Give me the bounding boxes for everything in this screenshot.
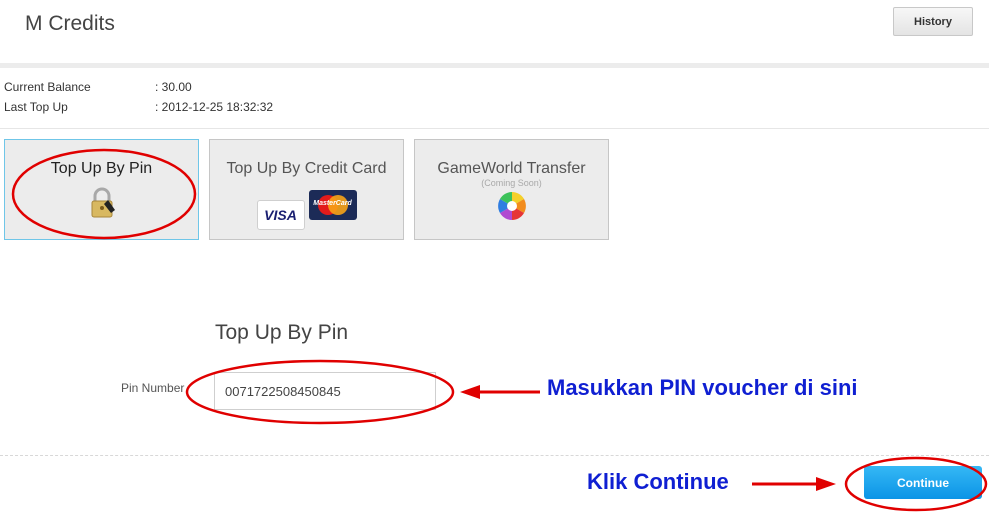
colorful-ball-icon — [497, 192, 526, 220]
pin-hint-annotation: Masukkan PIN voucher di sini — [547, 375, 858, 400]
option-gameworld-transfer[interactable]: GameWorld Transfer (Coming Soon) — [414, 139, 609, 240]
annotation-overlay — [11, 148, 988, 512]
option-topup-by-pin[interactable]: Top Up By Pin — [4, 139, 199, 240]
page-title: M Credits — [25, 12, 115, 35]
pin-number-label: Pin Number — [121, 381, 185, 395]
current-balance-value: : 30.00 — [155, 80, 192, 94]
mastercard-text: MasterCard — [313, 200, 352, 207]
last-topup-value: : 2012-12-25 18:32:32 — [155, 100, 274, 114]
current-balance-label: Current Balance — [4, 80, 91, 94]
last-topup-label: Last Top Up — [4, 100, 68, 114]
pin-arrow-head — [460, 385, 480, 399]
info-divider — [0, 128, 989, 129]
padlock-icon — [91, 187, 115, 218]
continue-hint-annotation: Klik Continue — [587, 469, 729, 494]
option-title: GameWorld Transfer — [437, 160, 586, 177]
option-title: Top Up By Credit Card — [226, 160, 387, 177]
option-topup-by-credit-card[interactable]: Top Up By Credit Card VISA MasterCard — [209, 139, 404, 240]
option-title: Top Up By Pin — [50, 160, 153, 177]
form-divider — [0, 455, 989, 456]
header-divider — [0, 63, 989, 68]
continue-arrow-head — [816, 477, 836, 491]
pin-number-input[interactable] — [214, 372, 436, 410]
history-button[interactable]: History — [893, 7, 973, 36]
coming-soon-label: (Coming Soon) — [481, 178, 542, 188]
visa-logo: VISA — [256, 200, 305, 230]
section-title: Top Up By Pin — [215, 321, 349, 344]
continue-button[interactable]: Continue — [864, 466, 982, 499]
mastercard-logo: MasterCard — [308, 190, 357, 220]
